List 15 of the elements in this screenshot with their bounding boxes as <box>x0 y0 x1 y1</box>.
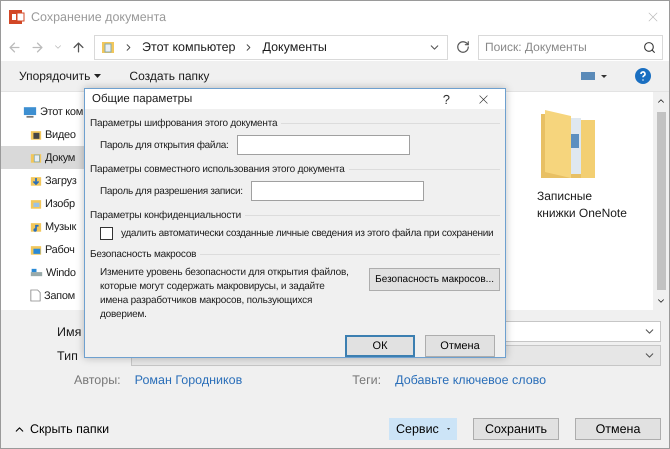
section-heading: Параметры совместного использования этого документа <box>90 164 345 174</box>
field-label: Пароль для открытия файла: <box>100 140 228 150</box>
field-label: Пароль для разрешения записи: <box>100 186 243 196</box>
folder-name: Записные книжки OneNote <box>537 188 628 222</box>
checkbox-label: удалить автоматически созданные личные сведения из этого файла при сохранении <box>121 228 494 239</box>
macro-description: Измените уровень безопасности для открытия файлов, которые могут содержать макровирусы, и задайте имена разработчиков макросов, пользующихся доверием. <box>100 266 350 322</box>
tags-label: Теги: <box>352 373 382 387</box>
dialog-title: Общие параметры <box>92 93 194 105</box>
field-label: Имя <box>56 324 82 338</box>
section-heading: Параметры шифрования этого документа <box>90 118 278 128</box>
authors-label: Авторы: <box>74 373 121 387</box>
field-label: Тип <box>56 348 79 362</box>
section-heading: Безопасность макросов <box>90 248 196 260</box>
section-heading: Параметры конфиденциальности <box>90 210 241 220</box>
window-title: Сохранение документа <box>31 10 168 24</box>
